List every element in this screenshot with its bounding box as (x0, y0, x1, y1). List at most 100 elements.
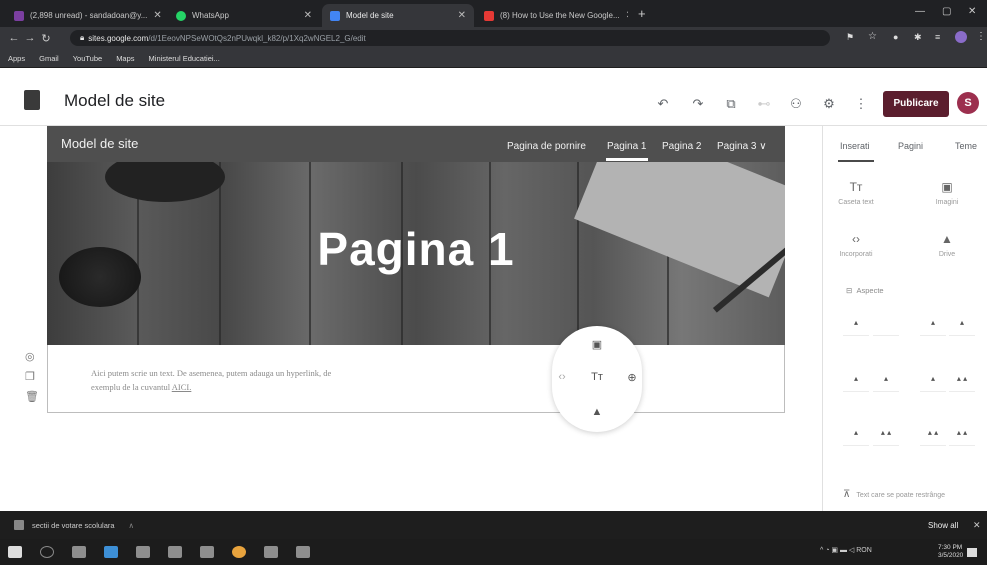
new-tab-button[interactable]: + (638, 6, 646, 21)
layout-option[interactable]: ▴ ▴ (949, 428, 975, 446)
app-icon[interactable] (264, 546, 278, 558)
redo-icon[interactable]: ↷ (689, 96, 707, 112)
tab-title: WhatsApp (192, 11, 229, 20)
windows-start-icon[interactable] (8, 546, 22, 558)
undo-icon[interactable]: ↶ (654, 96, 672, 112)
embed-icon[interactable]: ‹› (554, 371, 570, 383)
maximize-icon[interactable]: ▢ (942, 6, 951, 17)
insert-images[interactable]: ▣ Imagini (917, 180, 977, 206)
insert-text-box[interactable]: Tт Caseta text (826, 180, 886, 206)
layout-option[interactable]: ▴ ▴ (949, 374, 975, 392)
bookmarks-bar: Apps Gmail YouTube Maps Ministerul Educa… (0, 49, 987, 68)
layout-option[interactable]: ▴ (843, 318, 869, 336)
search-icon[interactable] (40, 546, 54, 558)
drive-icon[interactable]: ▲ (589, 406, 605, 418)
store-icon[interactable] (168, 546, 182, 558)
download-item[interactable]: sectii de votare scolulara (32, 521, 115, 530)
tray-language[interactable]: RON (856, 547, 872, 554)
mail-icon[interactable] (200, 546, 214, 558)
image-icon[interactable]: ▣ (589, 338, 605, 351)
tab-pagini[interactable]: Pagini (898, 141, 923, 151)
browser-tab-whatsapp[interactable]: WhatsApp ✕ (168, 4, 320, 27)
address-bar-row: ← → ↻ 🔒︎ sites.google.com /d/1EeovNPSeWO… (0, 27, 987, 49)
layout-option[interactable]: ▴ (920, 374, 946, 392)
system-tray[interactable]: ^ ◔ ▣ ▬ ◁ RON (820, 546, 872, 554)
close-icon[interactable]: ✕ (147, 10, 161, 21)
body-text[interactable]: Aici putem scrie un text. De asemenea, p… (91, 366, 351, 394)
share-icon[interactable]: ⚇ (787, 96, 805, 112)
palette-icon[interactable]: ◎ (25, 350, 35, 363)
upload-icon[interactable]: ⊕ (624, 371, 640, 384)
layout-option[interactable]: ▴ (873, 374, 899, 392)
browser-tab-sites[interactable]: Model de site ✕ (322, 4, 474, 27)
link-icon[interactable]: ⊷ (755, 96, 773, 112)
file-explorer-icon[interactable] (136, 546, 150, 558)
more-options-icon[interactable]: ⋮ (852, 96, 870, 112)
trash-icon[interactable]: 🗑︎ (25, 390, 39, 403)
extension-icon[interactable]: ● (893, 32, 898, 42)
insert-embed[interactable]: ‹› Incorporati (826, 232, 886, 258)
nav-link-pagina-2[interactable]: Pagina 2 (662, 141, 701, 152)
browser-tab-youtube[interactable]: (8) How to Use the New Google... ✕ (476, 4, 628, 27)
bookmark-apps[interactable]: Apps (8, 54, 25, 63)
layout-option[interactable] (873, 318, 899, 336)
minimize-icon[interactable]: — (915, 6, 925, 17)
back-arrow-icon[interactable]: ← (6, 32, 22, 44)
body-hyperlink[interactable]: AICI. (172, 382, 192, 392)
url-input[interactable]: 🔒︎ sites.google.com /d/1EeovNPSeWOtQs2nP… (70, 30, 830, 46)
preview-icon[interactable]: ⧉ (722, 96, 740, 112)
layout-option[interactable]: ▴ (920, 318, 946, 336)
chrome-icon[interactable] (232, 546, 246, 558)
puzzle-icon[interactable]: ✱ (914, 32, 922, 43)
show-all-button[interactable]: Show all (928, 521, 958, 530)
close-icon[interactable]: ✕ (298, 10, 312, 21)
settings-icon[interactable]: ⚙ (820, 96, 838, 112)
tab-inserati[interactable]: Inserati (840, 141, 870, 151)
app-icon[interactable] (296, 546, 310, 558)
clock[interactable]: 7:30 PM 3/5/2020 (938, 544, 963, 560)
task-view-icon[interactable] (72, 546, 86, 558)
body-text-content: Aici putem scrie un text. De asemenea, p… (91, 368, 332, 392)
nav-link-pagina-1[interactable]: Pagina 1 (607, 141, 646, 152)
insert-drive[interactable]: ▲ Drive (917, 232, 977, 258)
nav-link-home[interactable]: Pagina de pornire (507, 141, 586, 152)
browser-tab-gmail[interactable]: (2,898 unread) - sandadoan@y... ✕ (6, 4, 166, 27)
publish-button[interactable]: Publicare (883, 91, 949, 117)
close-icon[interactable]: ✕ (973, 520, 981, 531)
edge-icon[interactable] (104, 546, 118, 558)
insert-collapsible-text[interactable]: ⊼ Text care se poate restrânge (843, 490, 945, 500)
media-icon[interactable]: ≡ (935, 32, 940, 42)
layout-option[interactable]: ▴ ▴ (920, 428, 946, 446)
star-icon[interactable]: ☆ (868, 31, 877, 42)
layout-option[interactable]: ▴ (843, 374, 869, 392)
site-header-title[interactable]: Model de site (61, 136, 138, 151)
bookmark-gmail[interactable]: Gmail (39, 54, 59, 63)
bookmark-maps[interactable]: Maps (116, 54, 134, 63)
layout-option[interactable]: ▴ (949, 318, 975, 336)
duplicate-icon[interactable]: ❐ (25, 370, 35, 383)
layout-option[interactable]: ▴ (843, 428, 869, 446)
hero-title[interactable]: Pagina 1 (47, 222, 785, 276)
notification-icon[interactable] (967, 548, 977, 557)
bookmark-ministerul[interactable]: Ministerul Educatiei... (149, 54, 220, 63)
text-box-icon[interactable]: Tт (589, 371, 605, 383)
close-icon[interactable]: ✕ (620, 10, 628, 21)
forward-arrow-icon[interactable]: → (22, 32, 38, 44)
chevron-up-icon[interactable]: ∧ (129, 521, 135, 530)
translate-icon[interactable]: ⚑ (846, 32, 854, 43)
layouts-header[interactable]: ⊟ Aspecte (846, 286, 884, 295)
active-tab-underline (838, 160, 874, 162)
profile-avatar[interactable] (955, 31, 967, 43)
menu-kebab-icon[interactable]: ⋮ (976, 31, 986, 42)
tab-teme[interactable]: Teme (955, 141, 977, 151)
sites-logo-icon[interactable] (24, 90, 40, 110)
window-close-icon[interactable]: ✕ (968, 6, 976, 17)
reload-icon[interactable]: ↻ (38, 32, 54, 45)
tile-label: Caseta text (838, 199, 874, 206)
avatar[interactable]: S (957, 92, 979, 114)
bookmark-youtube[interactable]: YouTube (73, 54, 102, 63)
close-icon[interactable]: ✕ (452, 10, 466, 21)
nav-link-pagina-3[interactable]: Pagina 3 ∨ (717, 141, 767, 152)
layout-option[interactable]: ▴ ▴ (873, 428, 899, 446)
site-name[interactable]: Model de site (64, 91, 165, 111)
